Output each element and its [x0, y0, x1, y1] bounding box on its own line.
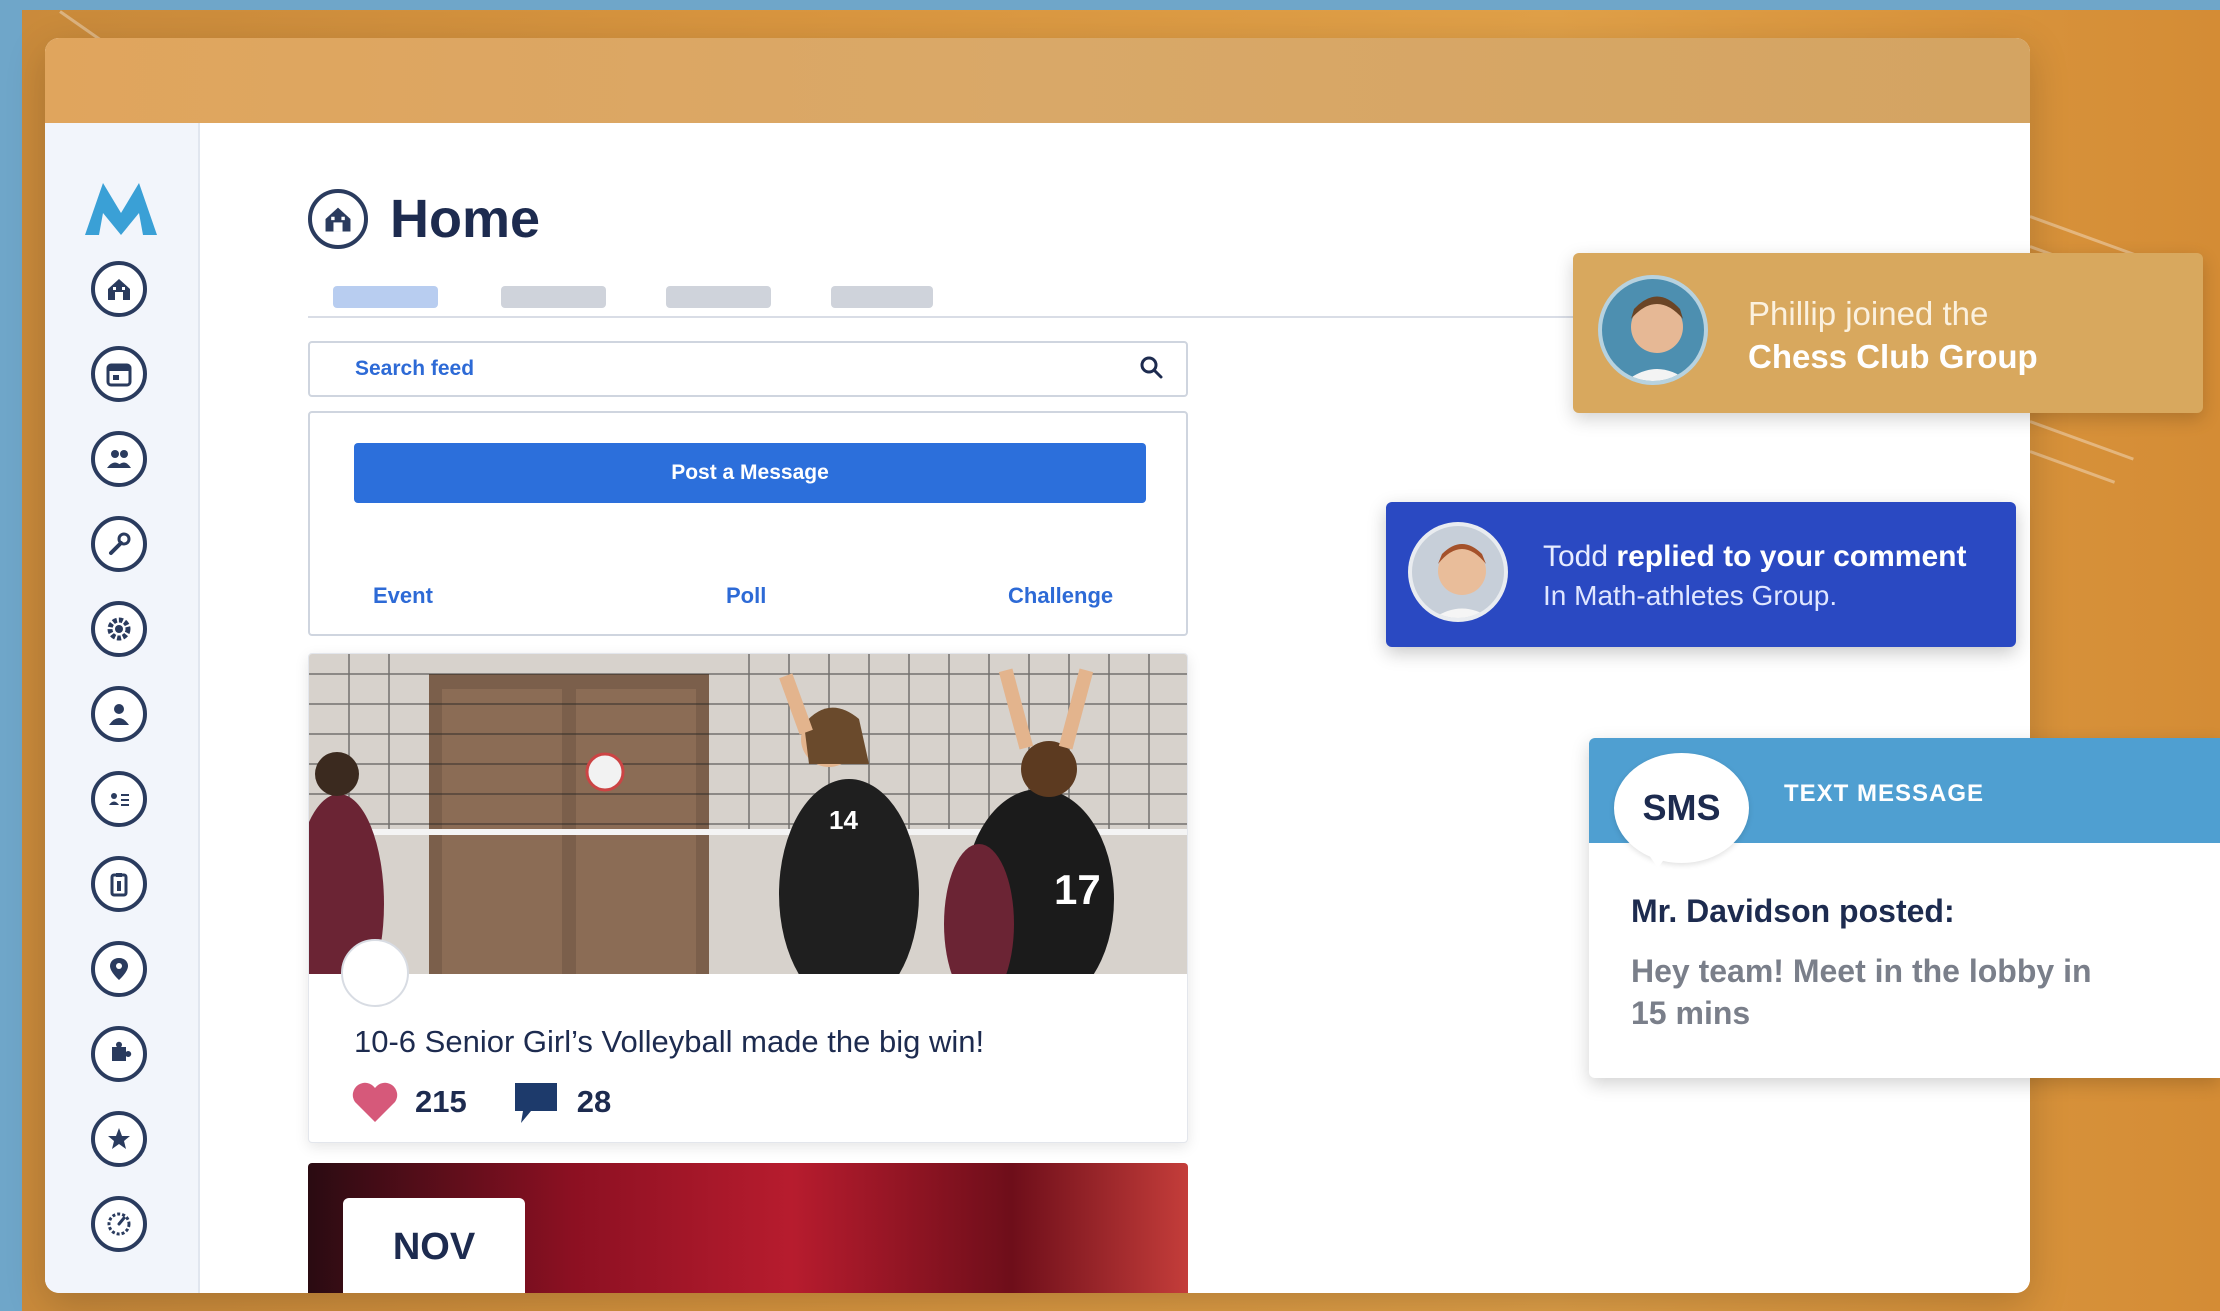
notification-text: Phillip joined the	[1748, 295, 1989, 332]
todd-avatar	[1408, 522, 1508, 622]
sidebar-item-location[interactable]	[91, 941, 147, 997]
post-photo: 14 17	[309, 654, 1187, 974]
post-message-button[interactable]: Post a Message	[354, 443, 1146, 503]
tab-1[interactable]	[333, 286, 438, 308]
page-home-badge	[308, 189, 368, 249]
sidebar-item-assignments[interactable]	[91, 856, 147, 912]
sms-body: Hey team! Meet in the lobby in 15 mins	[1631, 953, 2092, 1031]
puzzle-icon	[112, 1041, 132, 1061]
sidebar-item-favorites[interactable]	[91, 1111, 147, 1167]
svg-text:17: 17	[1054, 866, 1101, 913]
tab-3[interactable]	[666, 286, 771, 308]
background-left-strip	[0, 0, 22, 1311]
svg-text:14: 14	[829, 805, 858, 835]
app-window: Home Post a Message Event Poll Challenge	[45, 38, 2030, 1293]
notification-text: Todd replied to your comment	[1543, 540, 1967, 573]
page-title: Home	[390, 189, 541, 249]
like-button[interactable]: 215	[351, 1080, 467, 1124]
post-type-challenge[interactable]: Challenge	[1008, 583, 1113, 609]
event-date-badge: NOV	[343, 1198, 525, 1293]
directory-icon	[109, 793, 129, 806]
notification-group-name: Chess Club Group	[1748, 338, 2038, 375]
home-icon	[108, 279, 130, 300]
dashboard-icon	[107, 1212, 131, 1236]
calendar-icon	[106, 363, 132, 387]
post-stats: 215 28	[351, 1079, 637, 1125]
post-caption: 10-6 Senior Girl’s Volleyball made the b…	[354, 1024, 985, 1059]
sidebar-item-groups[interactable]	[91, 431, 147, 487]
notification-reply[interactable]: Todd replied to your comment In Math-ath…	[1386, 502, 2016, 647]
sidebar	[45, 123, 200, 1293]
post-type-event[interactable]: Event	[373, 583, 433, 609]
settings-icon	[107, 617, 131, 641]
page-header: Home	[308, 188, 540, 250]
sidebar-item-settings[interactable]	[91, 601, 147, 657]
sms-type-label: TEXT MESSAGE	[1784, 780, 1985, 807]
phillip-avatar	[1598, 275, 1708, 385]
app-logo-icon[interactable]	[85, 183, 157, 235]
tab-4[interactable]	[831, 286, 933, 308]
sms-label: SMS	[1642, 787, 1721, 828]
user-icon	[109, 704, 129, 725]
post-author-avatar[interactable]	[341, 939, 409, 1007]
sms-title: Mr. Davidson posted:	[1631, 893, 1955, 929]
sidebar-item-apps[interactable]	[91, 1026, 147, 1082]
like-count: 215	[415, 1084, 467, 1119]
star-icon	[108, 1128, 130, 1149]
sms-notification[interactable]: SMS TEXT MESSAGE Mr. Davidson posted: He…	[1589, 738, 2220, 1078]
location-icon	[110, 958, 128, 980]
sidebar-item-directory[interactable]	[91, 771, 147, 827]
event-month: NOV	[392, 1226, 476, 1268]
sidebar-item-home[interactable]	[91, 261, 147, 317]
feed-post[interactable]: 14 17 10-6 Senior Girl’s Volleyball made…	[308, 653, 1188, 1143]
clipboard-icon	[110, 873, 128, 897]
sidebar-item-calendar[interactable]	[91, 346, 147, 402]
home-icon	[325, 207, 351, 232]
heart-icon	[352, 1082, 398, 1122]
notification-group-join[interactable]: Phillip joined the Chess Club Group	[1573, 253, 2203, 413]
groups-icon	[107, 450, 131, 468]
post-type-poll[interactable]: Poll	[726, 583, 766, 609]
search-box	[308, 341, 1188, 397]
comment-button[interactable]: 28	[511, 1079, 611, 1125]
sms-badge: SMS	[1614, 753, 1749, 863]
sms-bubble-tail	[1644, 848, 1672, 868]
tab-2[interactable]	[501, 286, 606, 308]
notification-context: In Math-athletes Group.	[1543, 580, 1838, 611]
search-input[interactable]	[355, 357, 1138, 381]
sidebar-item-tools[interactable]	[91, 516, 147, 572]
wrench-icon	[109, 532, 131, 555]
post-composer: Post a Message Event Poll Challenge	[308, 411, 1188, 636]
sidebar-item-dashboard[interactable]	[91, 1196, 147, 1252]
background-top-strip	[0, 0, 2220, 10]
comment-icon	[514, 1083, 557, 1123]
comment-count: 28	[576, 1084, 612, 1119]
event-post[interactable]: NOV	[308, 1163, 1188, 1293]
search-icon[interactable]	[1138, 354, 1164, 384]
sidebar-item-profile[interactable]	[91, 686, 147, 742]
